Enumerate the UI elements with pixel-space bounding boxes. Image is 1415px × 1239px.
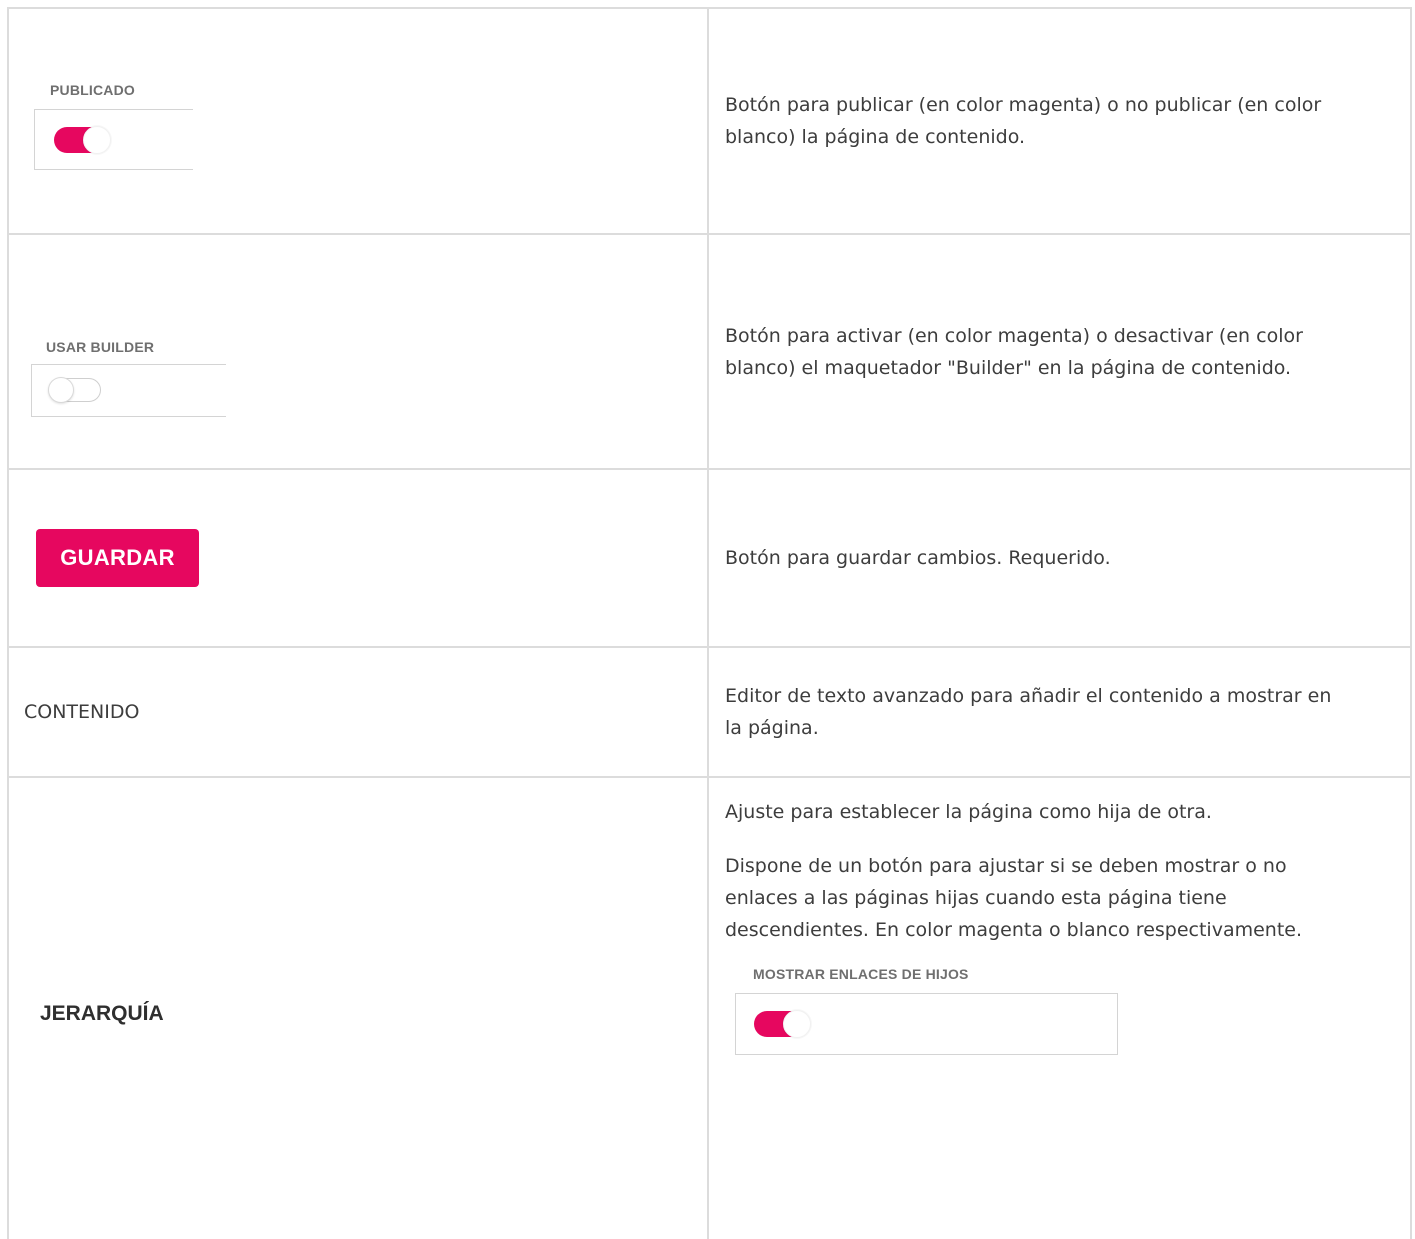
table-row: JERARQUÍA Ajuste para establecer la pági…: [7, 776, 1412, 1239]
preview-cell: CONTENIDO: [7, 646, 709, 778]
preview-cell: GUARDAR: [7, 468, 709, 648]
usar-builder-toggle-box: [31, 364, 226, 417]
jerarquia-description-detail: Dispone de un botón para ajustar si se d…: [725, 855, 1303, 941]
description-cell: Botón para publicar (en color magenta) o…: [707, 7, 1412, 235]
contenido-description: Editor de texto avanzado para añadir el …: [725, 685, 1332, 739]
toggle-knob: [48, 377, 74, 403]
table-row: USAR BUILDER Botón para activar (en colo…: [7, 233, 1412, 470]
usar-builder-label: USAR BUILDER: [46, 339, 155, 355]
preview-cell: JERARQUÍA: [7, 776, 709, 1239]
table-row: GUARDAR Botón para guardar cambios. Requ…: [7, 468, 1412, 648]
guardar-description: Botón para guardar cambios. Requerido.: [725, 547, 1111, 569]
toggle-knob: [83, 126, 111, 154]
publicado-label: PUBLICADO: [50, 82, 136, 98]
preview-cell: USAR BUILDER: [7, 233, 709, 470]
table-row: CONTENIDO Editor de texto avanzado para …: [7, 646, 1412, 778]
usar-builder-description: Botón para activar (en color magenta) o …: [725, 324, 1303, 379]
toggle-knob: [783, 1010, 811, 1038]
mostrar-enlaces-toggle[interactable]: [754, 1010, 811, 1038]
save-button[interactable]: GUARDAR: [36, 529, 199, 587]
table-row: PUBLICADO Botón para publicar (en color …: [7, 7, 1412, 235]
jerarquia-description-intro: Ajuste para establecer la página como hi…: [725, 801, 1212, 823]
description-cell: Ajuste para establecer la página como hi…: [707, 776, 1412, 1239]
publicado-toggle[interactable]: [54, 126, 111, 154]
preview-cell: PUBLICADO: [7, 7, 709, 235]
documentation-table: PUBLICADO Botón para publicar (en color …: [7, 7, 1412, 1239]
description-cell: Botón para guardar cambios. Requerido.: [707, 468, 1412, 648]
description-cell: Botón para activar (en color magenta) o …: [707, 233, 1412, 470]
publicado-toggle-box: [34, 109, 193, 170]
contenido-label: CONTENIDO: [24, 701, 140, 723]
usar-builder-toggle[interactable]: [48, 377, 101, 403]
mostrar-enlaces-toggle-box: [735, 993, 1118, 1055]
publicado-description: Botón para publicar (en color magenta) o…: [725, 94, 1322, 148]
description-cell: Editor de texto avanzado para añadir el …: [707, 646, 1412, 778]
mostrar-enlaces-label: MOSTRAR ENLACES DE HIJOS: [753, 966, 969, 982]
jerarquia-label: JERARQUÍA: [40, 1001, 164, 1025]
